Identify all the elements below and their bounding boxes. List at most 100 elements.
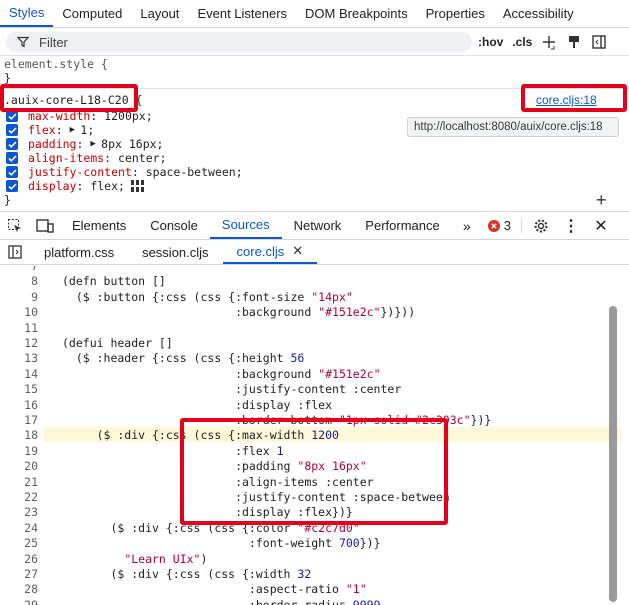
property-row: align-items: center;	[6, 151, 167, 165]
line-number[interactable]: 17	[0, 413, 38, 427]
property-checkbox[interactable]	[6, 152, 18, 164]
cls-button[interactable]: .cls	[512, 35, 532, 49]
error-counter[interactable]: 3	[482, 212, 517, 239]
highlight-box-source-link	[521, 84, 627, 112]
property-value[interactable]: center;	[118, 151, 166, 165]
code-line: :font-weight 700})}	[62, 536, 381, 551]
property-name[interactable]: padding	[28, 137, 76, 151]
expand-arrow-icon[interactable]: ▶	[90, 139, 101, 149]
line-number[interactable]: 7	[0, 266, 38, 273]
property-name[interactable]: justify-content	[28, 165, 132, 179]
file-tab-label: core.cljs	[236, 243, 285, 259]
property-row: justify-content: space-between;	[6, 165, 243, 179]
line-number[interactable]: 13	[0, 351, 38, 365]
code-line: (defui header []	[62, 336, 173, 350]
property-checkbox[interactable]	[6, 180, 18, 192]
line-number[interactable]: 20	[0, 459, 38, 473]
code-line: :display :flex	[62, 397, 333, 412]
divider	[520, 218, 522, 233]
code-line: ($ :header {:css (css {:height 56	[62, 351, 305, 366]
property-value[interactable]: 1;	[80, 123, 94, 137]
tab-styles[interactable]: Styles	[0, 0, 54, 27]
sidebar-toggle-icon[interactable]	[591, 34, 607, 50]
property-name[interactable]: display	[28, 179, 76, 193]
line-number[interactable]: 14	[0, 367, 38, 381]
file-tab-session-cljs[interactable]: session.cljs	[128, 240, 222, 264]
settings-gear-icon[interactable]	[526, 212, 556, 239]
line-number[interactable]: 10	[0, 305, 38, 319]
code-line: :background "#151e2c"})}))	[62, 305, 416, 320]
hov-button[interactable]: :hov	[478, 35, 503, 49]
property-value[interactable]: space-between;	[146, 165, 243, 179]
expand-arrow-icon[interactable]: ▶	[70, 125, 81, 135]
tab-computed[interactable]: Computed	[53, 0, 131, 27]
tab-accessibility[interactable]: Accessibility	[494, 0, 583, 27]
editor-scrollbar[interactable]	[609, 306, 617, 602]
property-value[interactable]: 8px 16px;	[101, 137, 163, 151]
line-number[interactable]: 8	[0, 274, 38, 288]
line-number[interactable]: 12	[0, 336, 38, 350]
line-number[interactable]: 27	[0, 567, 38, 581]
line-number[interactable]: 18	[0, 428, 38, 442]
rule-close: }	[4, 193, 11, 207]
tab-dom-breakpoints[interactable]: DOM Breakpoints	[296, 0, 417, 27]
property-checkbox[interactable]	[6, 138, 18, 150]
error-icon	[487, 219, 500, 232]
line-number[interactable]: 26	[0, 552, 38, 566]
filter-input[interactable]: Filter	[6, 32, 472, 52]
code-line: :background "#151e2c"	[62, 366, 381, 381]
tab-performance[interactable]: Performance	[353, 212, 451, 239]
line-number[interactable]: 11	[0, 321, 38, 335]
close-tab-icon[interactable]: ✕	[292, 243, 303, 259]
toggle-navigator-icon[interactable]	[0, 240, 30, 264]
tab-properties[interactable]: Properties	[417, 0, 494, 27]
flexbox-editor-icon[interactable]	[130, 180, 145, 192]
code-line: :aspect-ratio "1"	[62, 582, 367, 597]
line-number[interactable]: 25	[0, 536, 38, 550]
filter-bar: Filter :hov .cls	[0, 29, 629, 55]
line-number[interactable]: 24	[0, 521, 38, 535]
line-number[interactable]: 23	[0, 505, 38, 519]
styles-tab-bar: Styles Computed Layout Event Listeners D…	[0, 0, 629, 28]
device-toolbar-icon[interactable]	[30, 212, 60, 239]
tab-elements[interactable]: Elements	[60, 212, 138, 239]
line-number[interactable]: 15	[0, 382, 38, 396]
filter-placeholder: Filter	[39, 34, 68, 50]
filter-icon	[15, 34, 31, 50]
line-number[interactable]: 16	[0, 398, 38, 412]
property-checkbox[interactable]	[6, 166, 18, 178]
add-property-icon[interactable]: +	[596, 190, 607, 211]
property-name[interactable]: flex	[28, 123, 56, 137]
close-devtools-icon[interactable]: ✕	[586, 212, 616, 239]
tab-network[interactable]: Network	[282, 212, 354, 239]
property-name[interactable]: align-items	[28, 151, 104, 165]
code-line: "Learn UIx")	[124, 551, 208, 566]
code-line: ($ :div {:css (css {:width 32	[62, 567, 312, 581]
tab-event-listeners[interactable]: Event Listeners	[188, 0, 296, 27]
code-line: (defn button []	[62, 274, 166, 289]
element-style-close: }	[4, 71, 11, 85]
code-line: :border-radius 9999	[62, 597, 381, 605]
file-tab-core-cljs[interactable]: core.cljs ✕	[222, 240, 318, 264]
property-checkbox[interactable]	[6, 124, 18, 136]
line-number[interactable]: 21	[0, 475, 38, 489]
tab-console[interactable]: Console	[138, 212, 210, 239]
new-style-rule-icon[interactable]	[541, 34, 557, 50]
devtools-tab-bar: Elements Console Sources Network Perform…	[0, 211, 629, 240]
property-value[interactable]: flex;	[90, 179, 125, 193]
highlight-box-code	[180, 418, 448, 525]
editor-file-tabs: platform.css session.cljs core.cljs ✕	[0, 240, 629, 265]
line-number[interactable]: 19	[0, 444, 38, 458]
inspect-element-icon[interactable]	[0, 212, 30, 239]
line-number[interactable]: 22	[0, 490, 38, 504]
line-number[interactable]: 9	[0, 290, 38, 304]
line-number[interactable]: 28	[0, 582, 38, 596]
more-options-kebab-icon[interactable]: ⋮	[556, 212, 586, 239]
file-tab-platform-css[interactable]: platform.css	[30, 240, 128, 264]
more-tabs-chevron-icon[interactable]: »	[452, 212, 482, 239]
paint-icon[interactable]	[566, 34, 582, 50]
line-number[interactable]: 29	[0, 598, 38, 605]
tab-layout[interactable]: Layout	[131, 0, 188, 27]
element-style-selector: element.style {	[4, 57, 108, 71]
tab-sources[interactable]: Sources	[209, 212, 282, 239]
